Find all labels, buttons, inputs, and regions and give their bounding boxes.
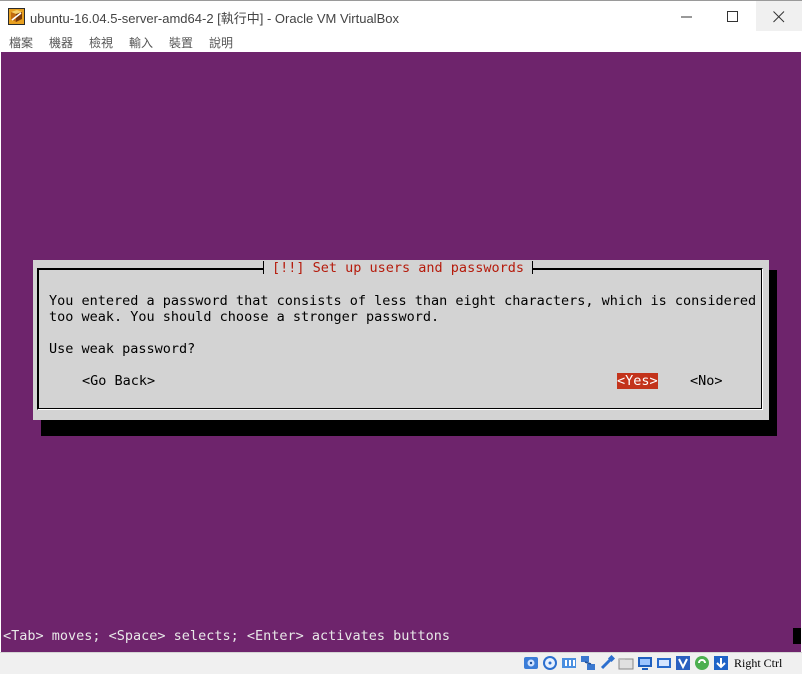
dialog-question: Use weak password? — [49, 341, 196, 357]
dialog-title: [!!] Set up users and passwords — [263, 260, 533, 276]
usb-icon[interactable] — [599, 654, 616, 671]
display-icon[interactable] — [637, 655, 653, 671]
shared-folders-icon[interactable] — [618, 655, 634, 671]
dialog-message-line2: too weak. You should choose a stronger p… — [49, 309, 440, 325]
menu-devices[interactable]: 裝置 — [169, 34, 193, 51]
menu-machine[interactable]: 機器 — [49, 34, 73, 51]
close-button[interactable] — [756, 1, 802, 32]
minimize-icon — [681, 16, 692, 18]
terminal-cursor — [793, 628, 801, 644]
menu-input[interactable]: 輸入 — [129, 34, 153, 51]
mouse-integration-icon[interactable] — [694, 655, 710, 671]
vm-display[interactable]: [!!] Set up users and passwords You ente… — [1, 52, 801, 652]
menu-help[interactable]: 說明 — [209, 34, 233, 51]
virtualbox-app-icon[interactable] — [8, 8, 25, 25]
no-button[interactable]: <No> — [690, 373, 723, 389]
keyboard-hint: <Tab> moves; <Space> selects; <Enter> ac… — [3, 628, 451, 644]
menu-bar: 檔案 機器 檢視 輸入 裝置 說明 — [0, 31, 802, 52]
minimize-button[interactable] — [664, 1, 710, 32]
yes-button[interactable]: <Yes> — [617, 373, 658, 389]
video-capture-icon[interactable] — [656, 655, 672, 671]
weak-password-dialog: [!!] Set up users and passwords You ente… — [33, 260, 769, 420]
virtualization-icon[interactable] — [675, 655, 691, 671]
dialog-message-line1: You entered a password that consists of … — [49, 293, 757, 309]
status-bar: Right Ctrl — [0, 652, 802, 674]
menu-file[interactable]: 檔案 — [9, 34, 33, 51]
audio-icon[interactable] — [561, 655, 577, 671]
window-title: ubuntu-16.04.5-server-amd64-2 [執行中] - Or… — [30, 11, 399, 26]
maximize-icon — [727, 11, 738, 22]
go-back-button[interactable]: <Go Back> — [82, 373, 155, 389]
optical-drive-icon[interactable] — [542, 655, 558, 671]
host-key-label: Right Ctrl — [734, 656, 783, 670]
maximize-button[interactable] — [710, 1, 756, 32]
close-icon — [773, 11, 785, 23]
hard-disk-icon[interactable] — [523, 655, 539, 671]
network-icon[interactable] — [580, 655, 596, 671]
menu-view[interactable]: 檢視 — [89, 34, 113, 51]
keyboard-capture-icon[interactable] — [713, 655, 729, 671]
window-titlebar: ubuntu-16.04.5-server-amd64-2 [執行中] - Or… — [0, 0, 802, 32]
